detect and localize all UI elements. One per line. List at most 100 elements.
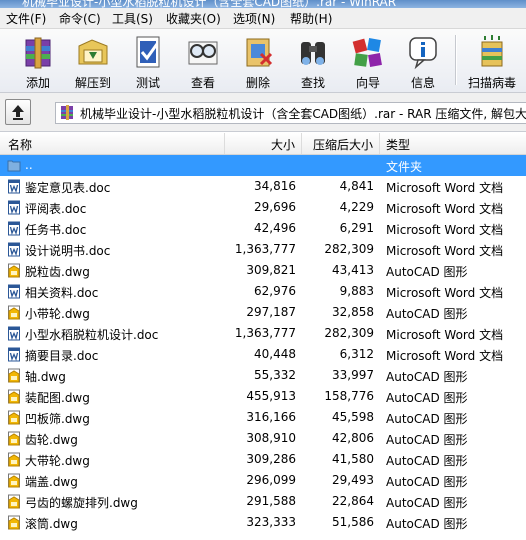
menu-commands[interactable]: 命令(C)	[59, 10, 101, 27]
file-type: Microsoft Word 文档	[386, 181, 504, 195]
word-doc-icon	[8, 284, 20, 299]
file-row[interactable]: 轴.dwg 55,332 33,997 AutoCAD 图形	[0, 365, 526, 386]
file-type: Microsoft Word 文档	[386, 223, 504, 237]
folder-icon	[7, 160, 21, 172]
file-size: 308,910	[246, 431, 296, 445]
file-name: 端盖.dwg	[25, 475, 78, 489]
file-row[interactable]: 小型水稻脱粒机设计.doc 1,363,777 282,309 Microsoft W…	[0, 323, 526, 344]
file-size: 42,496	[254, 221, 296, 235]
file-list: .. 文件夹 鉴定意见表.doc 34,816 4,841 Microsoft Word …	[0, 155, 526, 533]
file-name: 摘要目录.doc	[25, 349, 99, 363]
view-label: 查看	[190, 76, 215, 90]
extract-to-button[interactable]: 解压到	[67, 31, 119, 91]
window-title: 机械毕业设计-小型水稻脱粒机设计（含全套CAD图纸）.rar - WinRAR	[22, 0, 397, 8]
view-button[interactable]: 查看	[177, 31, 229, 91]
file-packed-size: 282,309	[324, 326, 374, 340]
column-divider[interactable]	[379, 133, 380, 154]
wizard-button[interactable]: 向导	[342, 31, 394, 91]
add-button[interactable]: 添加	[12, 31, 64, 91]
extract-to-label: 解压到	[74, 76, 111, 90]
toolbar: 添加 解压到 测试 查看 删除 查找 向导 信息 扫描病毒	[0, 29, 526, 93]
dwg-file-icon	[8, 389, 20, 404]
address-bar: 机械毕业设计-小型水稻脱粒机设计（含全套CAD图纸）.rar - RAR 压缩文…	[0, 93, 526, 132]
add-label: 添加	[25, 76, 50, 90]
column-divider[interactable]	[224, 133, 225, 154]
file-size: 1,363,777	[234, 326, 296, 340]
file-row[interactable]: 鉴定意见表.doc 34,816 4,841 Microsoft Word 文档	[0, 176, 526, 197]
file-packed-size: 22,864	[332, 494, 374, 508]
file-type: Microsoft Word 文档	[386, 286, 504, 300]
address-field[interactable]: 机械毕业设计-小型水稻脱粒机设计（含全套CAD图纸）.rar - RAR 压缩文…	[55, 102, 526, 124]
test-button[interactable]: 测试	[122, 31, 174, 91]
dwg-file-icon	[8, 368, 20, 383]
file-name: 相关资料.doc	[25, 286, 99, 300]
delete-button[interactable]: 删除	[232, 31, 284, 91]
file-packed-size: 51,586	[332, 515, 374, 529]
find-button[interactable]: 查找	[287, 31, 339, 91]
file-size: 34,816	[254, 179, 296, 193]
file-size: 291,588	[246, 494, 296, 508]
file-type: AutoCAD 图形	[386, 391, 468, 405]
file-packed-size: 6,312	[339, 347, 374, 361]
column-name[interactable]: 名称	[8, 136, 32, 153]
file-type: Microsoft Word 文档	[386, 244, 504, 258]
menu-help[interactable]: 帮助(H)	[290, 10, 332, 27]
file-type: Microsoft Word 文档	[386, 202, 504, 216]
file-row[interactable]: 摘要目录.doc 40,448 6,312 Microsoft Word 文档	[0, 344, 526, 365]
file-row[interactable]: 滚筒.dwg 323,333 51,586 AutoCAD 图形	[0, 512, 526, 533]
file-packed-size: 6,291	[339, 221, 374, 235]
file-row[interactable]: 评阅表.doc 29,696 4,229 Microsoft Word 文档	[0, 197, 526, 218]
address-path: 机械毕业设计-小型水稻脱粒机设计（含全套CAD图纸）.rar - RAR 压缩文…	[80, 107, 526, 121]
file-size: 297,187	[246, 305, 296, 319]
file-type: AutoCAD 图形	[386, 475, 468, 489]
menu-options[interactable]: 选项(N)	[233, 10, 275, 27]
file-size: 309,821	[246, 263, 296, 277]
menu-tools[interactable]: 工具(S)	[112, 10, 153, 27]
view-icon	[188, 41, 218, 65]
virus-scan-button[interactable]: 扫描病毒	[461, 31, 523, 91]
word-doc-icon	[8, 179, 20, 194]
menu-favorites[interactable]: 收藏夹(O)	[166, 10, 221, 27]
dwg-file-icon	[8, 452, 20, 467]
file-row[interactable]: 大带轮.dwg 309,286 41,580 AutoCAD 图形	[0, 449, 526, 470]
file-type: Microsoft Word 文档	[386, 349, 504, 363]
file-row[interactable]: 齿轮.dwg 308,910 42,806 AutoCAD 图形	[0, 428, 526, 449]
up-arrow-icon	[12, 105, 24, 120]
column-type[interactable]: 类型	[386, 136, 410, 153]
file-packed-size: 41,580	[332, 452, 374, 466]
dwg-file-icon	[8, 305, 20, 320]
file-packed-size: 32,858	[332, 305, 374, 319]
column-packed[interactable]: 压缩后大小	[313, 136, 373, 153]
file-row[interactable]: 设计说明书.doc 1,363,777 282,309 Microsoft Word …	[0, 239, 526, 260]
test-label: 测试	[135, 76, 160, 90]
file-name: 轴.dwg	[25, 370, 66, 384]
dwg-file-icon	[8, 515, 20, 530]
file-row[interactable]: 相关资料.doc 62,976 9,883 Microsoft Word 文档	[0, 281, 526, 302]
file-packed-size: 29,493	[332, 473, 374, 487]
menu-file[interactable]: 文件(F)	[6, 10, 46, 27]
file-packed-size: 9,883	[339, 284, 374, 298]
wizard-label: 向导	[355, 76, 380, 90]
file-row[interactable]: 端盖.dwg 296,099 29,493 AutoCAD 图形	[0, 470, 526, 491]
file-row[interactable]: 弓齿的螺旋排列.dwg 291,588 22,864 AutoCAD 图形	[0, 491, 526, 512]
extract-to-icon	[78, 39, 108, 65]
file-name: 弓齿的螺旋排列.dwg	[25, 496, 138, 510]
up-folder-button[interactable]	[5, 99, 31, 125]
file-packed-size: 282,309	[324, 242, 374, 256]
column-divider[interactable]	[301, 133, 302, 154]
file-packed-size: 45,598	[332, 410, 374, 424]
file-row[interactable]: .. 文件夹	[0, 155, 526, 176]
file-row[interactable]: 凹板筛.dwg 316,166 45,598 AutoCAD 图形	[0, 407, 526, 428]
file-row[interactable]: 小带轮.dwg 297,187 32,858 AutoCAD 图形	[0, 302, 526, 323]
file-name: 脱粒齿.dwg	[25, 265, 90, 279]
word-doc-icon	[8, 326, 20, 341]
info-button[interactable]: 信息	[397, 31, 449, 91]
file-type: AutoCAD 图形	[386, 370, 468, 384]
file-name: 小带轮.dwg	[25, 307, 90, 321]
file-row[interactable]: 任务书.doc 42,496 6,291 Microsoft Word 文档	[0, 218, 526, 239]
file-row[interactable]: 装配图.dwg 455,913 158,776 AutoCAD 图形	[0, 386, 526, 407]
toolbar-separator	[455, 35, 457, 85]
column-size[interactable]: 大小	[271, 136, 295, 153]
word-doc-icon	[8, 200, 20, 215]
file-row[interactable]: 脱粒齿.dwg 309,821 43,413 AutoCAD 图形	[0, 260, 526, 281]
